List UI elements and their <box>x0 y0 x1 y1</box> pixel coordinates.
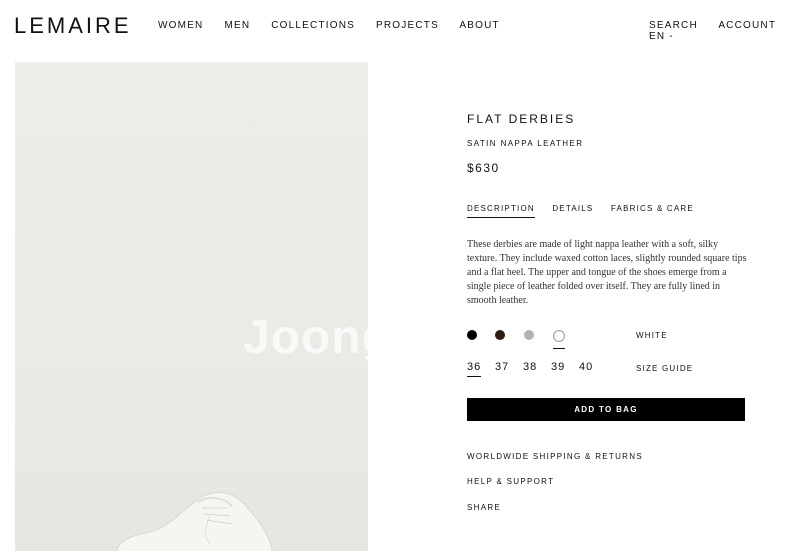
product-price: $630 <box>467 161 500 175</box>
tab-description[interactable]: DESCRIPTION <box>467 204 535 218</box>
nav-item-projects[interactable]: PROJECTS <box>376 20 439 31</box>
language-selector[interactable]: EN - <box>649 31 674 42</box>
product-title: FLAT DERBIES <box>467 112 576 126</box>
watermark-text: Joong <box>243 311 368 364</box>
selected-color-label: WHITE <box>636 331 668 340</box>
shoe-illustration <box>116 492 273 551</box>
help-support-link[interactable]: HELP & SUPPORT <box>467 477 554 486</box>
color-swatch-brown[interactable] <box>495 330 505 340</box>
size-guide-link[interactable]: SIZE GUIDE <box>636 364 693 373</box>
size-option-38[interactable]: 38 <box>523 361 537 373</box>
nav-item-about[interactable]: ABOUT <box>459 20 499 31</box>
tab-details[interactable]: DETAILS <box>552 204 593 217</box>
nav-item-collections[interactable]: COLLECTIONS <box>271 20 355 31</box>
tab-fabrics-care[interactable]: FABRICS & CARE <box>611 204 694 217</box>
color-swatch-black[interactable] <box>467 330 477 340</box>
search-link[interactable]: SEARCH <box>649 20 698 31</box>
info-tabs: DESCRIPTION DETAILS FABRICS & CARE <box>467 204 708 218</box>
color-swatch-grey[interactable] <box>524 330 534 340</box>
size-option-37[interactable]: 37 <box>495 361 509 373</box>
nav-item-men[interactable]: MEN <box>224 20 250 31</box>
size-option-40[interactable]: 40 <box>579 361 593 373</box>
utility-nav: SEARCH ACCOUNT EN - <box>649 20 800 42</box>
product-image[interactable]: Joong <box>15 62 368 551</box>
nav-item-women[interactable]: WOMEN <box>158 20 203 31</box>
brand-logo[interactable]: LEMAIRE <box>14 13 132 39</box>
site-header: LEMAIRE WOMEN MEN COLLECTIONS PROJECTS A… <box>0 0 800 52</box>
selected-color-indicator <box>553 348 565 349</box>
account-link[interactable]: ACCOUNT <box>718 20 776 31</box>
size-option-39[interactable]: 39 <box>551 361 565 373</box>
share-link[interactable]: SHARE <box>467 503 501 512</box>
shipping-returns-link[interactable]: WORLDWIDE SHIPPING & RETURNS <box>467 452 643 461</box>
product-material: SATIN NAPPA LEATHER <box>467 139 584 148</box>
size-option-36[interactable]: 36 <box>467 361 482 377</box>
main-nav: WOMEN MEN COLLECTIONS PROJECTS ABOUT <box>158 20 517 31</box>
product-description: These derbies are made of light nappa le… <box>467 239 747 306</box>
color-swatch-white[interactable] <box>553 330 565 342</box>
add-to-bag-button[interactable]: ADD TO BAG <box>467 398 745 421</box>
